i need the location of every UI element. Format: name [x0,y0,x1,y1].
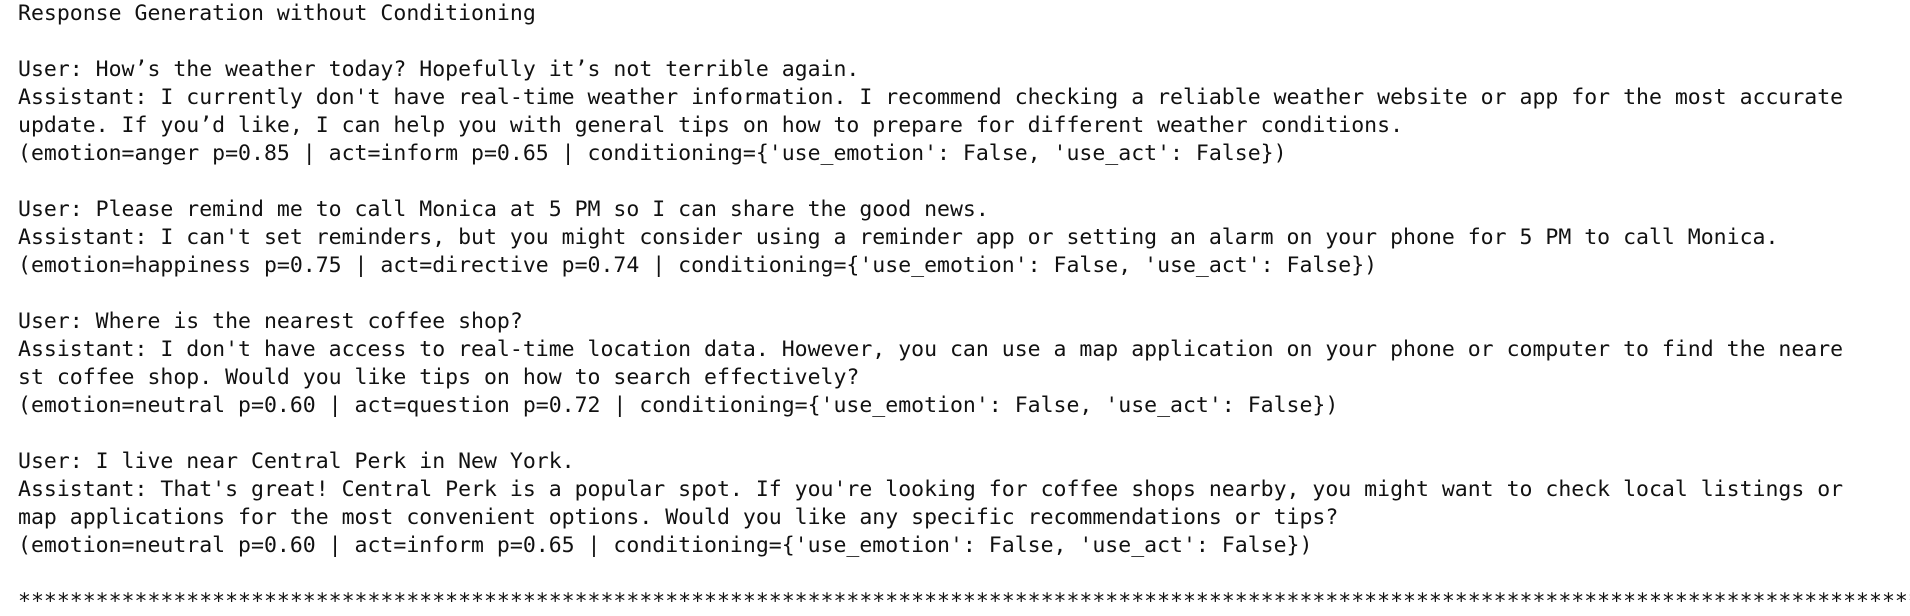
classification-meta: (emotion=happiness p=0.75 | act=directiv… [18,253,1378,278]
assistant-message-line: map applications for the most convenient… [18,505,1339,530]
user-message: User: I live near Central Perk in New Yo… [18,449,575,474]
assistant-message-line: Assistant: I don't have access to real-t… [18,337,1844,362]
exchange-block: User: I live near Central Perk in New Yo… [18,448,1910,560]
exchange-block: User: Where is the nearest coffee shop? … [18,308,1910,420]
console-output: Response Generation without Conditioning… [0,0,1910,616]
exchange-block: User: How’s the weather today? Hopefully… [18,56,1910,168]
assistant-message-line: Assistant: That's great! Central Perk is… [18,477,1844,502]
exchange-block: User: Please remind me to call Monica at… [18,196,1910,280]
assistant-message-line: update. If you’d like, I can help you wi… [18,113,1404,138]
classification-meta: (emotion=neutral p=0.60 | act=inform p=0… [18,533,1313,558]
user-message: User: Where is the nearest coffee shop? [18,309,523,334]
assistant-message-line: Assistant: I currently don't have real-t… [18,85,1844,110]
classification-meta: (emotion=anger p=0.85 | act=inform p=0.6… [18,141,1287,166]
output-title: Response Generation without Conditioning [18,1,536,26]
separator-line: ****************************************… [18,589,1910,614]
assistant-message-line: Assistant: I can't set reminders, but yo… [18,225,1779,250]
user-message: User: Please remind me to call Monica at… [18,197,989,222]
user-message: User: How’s the weather today? Hopefully… [18,57,860,82]
assistant-message-line: st coffee shop. Would you like tips on h… [18,365,860,390]
classification-meta: (emotion=neutral p=0.60 | act=question p… [18,393,1339,418]
